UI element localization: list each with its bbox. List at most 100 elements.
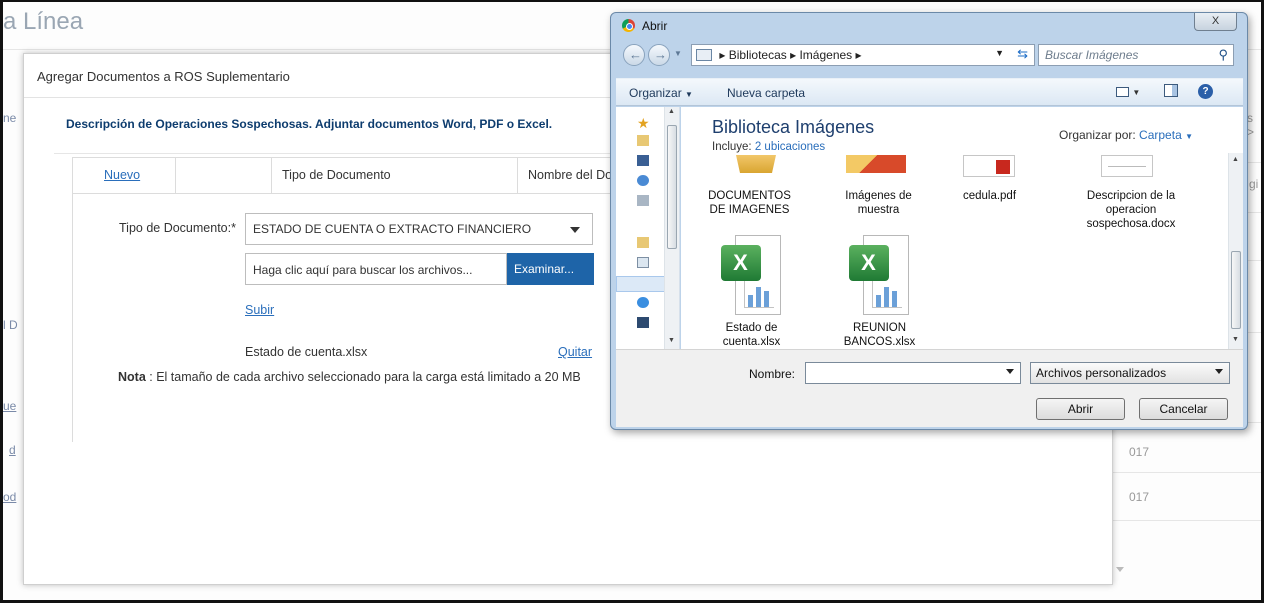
attached-file-name: Estado de cuenta.xlsx [245, 345, 368, 359]
organize-menu[interactable]: Organizar ▼ [629, 86, 693, 100]
date-cell: 017 [1129, 445, 1150, 459]
scroll-thumb[interactable] [1231, 251, 1241, 329]
file-item[interactable]: Descripcion de la operacion sospechosa.d… [1076, 189, 1186, 231]
page-link-fragment[interactable]: ue [3, 399, 16, 413]
note-text: : El tamaño de cada archivo seleccionado… [145, 370, 581, 384]
documents-library-icon[interactable] [637, 257, 649, 268]
favorites-star-icon[interactable]: ★ [637, 115, 650, 132]
chevron-down-icon: ▼ [1132, 88, 1141, 97]
scroll-up-icon[interactable]: ▲ [668, 108, 675, 115]
scroll-down-icon[interactable]: ▼ [1232, 336, 1239, 343]
file-name-input[interactable] [805, 362, 1021, 384]
videos-library-icon[interactable] [637, 317, 649, 328]
date-cell: 017 [1129, 490, 1150, 504]
chevron-down-icon: ▼ [1185, 132, 1194, 141]
file-picker-placeholder: Haga clic aquí para buscar los archivos.… [253, 263, 473, 277]
file-item[interactable]: DOCUMENTOS DE IMAGENES [697, 189, 802, 217]
bar-glyph [747, 295, 753, 307]
open-button[interactable]: Abrir [1036, 398, 1125, 420]
navigation-pane: ★ ▲ ▼ [616, 107, 680, 349]
file-item[interactable]: cedula.pdf [937, 189, 1042, 203]
arrange-label: Organizar por: [1059, 128, 1136, 142]
page-link-fragment[interactable]: d [9, 443, 16, 457]
new-document-link[interactable]: Nuevo [73, 158, 176, 193]
doc-type-value: ESTADO DE CUENTA O EXTRACTO FINANCIERO [253, 222, 532, 236]
scroll-thumb[interactable] [667, 125, 677, 249]
file-name: BANCOS.xlsx [843, 336, 916, 348]
upload-link[interactable]: Subir [245, 303, 274, 317]
refresh-icon[interactable]: ⇆ [1017, 46, 1028, 62]
bar-glyph [891, 291, 897, 307]
page-link-fragment[interactable]: od [3, 490, 16, 504]
navigation-scrollbar[interactable]: ▲ ▼ [664, 107, 679, 349]
preview-pane-icon[interactable] [1164, 84, 1178, 97]
address-row: ← → ▼ ▸ Bibliotecas ▸ Imágenes ▸ ▼ ⇆ Bus… [611, 41, 1247, 67]
desktop-icon[interactable] [637, 155, 649, 166]
file-item[interactable]: X Estado de cuenta.xlsx [699, 235, 804, 349]
file-picker-input[interactable]: Haga clic aquí para buscar los archivos.… [245, 253, 507, 285]
arrange-by-dropdown[interactable]: Carpeta ▼ [1139, 128, 1193, 142]
dialog-titlebar[interactable]: Abrir X [611, 13, 1247, 37]
scroll-down-icon[interactable]: ▼ [668, 337, 675, 344]
breadcrumb-separator-icon: ▸ [855, 48, 862, 62]
page-fragment: gi [1249, 177, 1259, 191]
libraries-icon[interactable] [637, 237, 649, 248]
page-fragment: ne [3, 111, 17, 125]
breadcrumb-separator-icon: ▸ [790, 48, 797, 62]
view-icon [1116, 86, 1129, 97]
file-name: REUNION [852, 322, 907, 334]
forward-button[interactable]: → [648, 44, 670, 66]
scroll-up-icon[interactable]: ▲ [1232, 156, 1239, 163]
selected-nav-highlight [616, 276, 665, 292]
file-type-select[interactable]: Archivos personalizados [1030, 362, 1230, 384]
folder-icon [846, 155, 906, 173]
page-fragment: l D [3, 318, 18, 332]
back-button[interactable]: ← [623, 44, 645, 66]
search-icon[interactable]: ⚲ [1218, 47, 1228, 63]
grid-column-doc-name[interactable]: Nombre del Do [518, 158, 618, 193]
grid-column-empty [176, 158, 272, 193]
chrome-icon [622, 19, 635, 32]
file-name: Descripcion de la [1086, 190, 1176, 202]
size-note: Nota : El tamaño de cada archivo selecci… [118, 370, 581, 384]
view-options-button[interactable]: ▼ [1116, 84, 1146, 100]
bar-glyph [875, 295, 881, 307]
note-label: Nota [118, 370, 146, 384]
file-name: cedula.pdf [962, 190, 1017, 202]
close-button[interactable]: X [1194, 13, 1237, 31]
bar-glyph [763, 291, 769, 307]
breadcrumb-images[interactable]: Imágenes [799, 48, 852, 62]
folder-icon[interactable] [637, 135, 649, 146]
music-library-icon[interactable] [637, 297, 649, 308]
recent-places-icon[interactable] [637, 195, 649, 206]
search-input[interactable]: Buscar Imágenes ⚲ [1038, 44, 1234, 66]
file-item[interactable]: X REUNION BANCOS.xlsx [827, 235, 932, 349]
browse-button[interactable]: Examinar... [507, 253, 594, 285]
scroll-down-icon[interactable] [1116, 567, 1124, 572]
open-file-dialog: Abrir X ← → ▼ ▸ Bibliotecas ▸ Imágenes ▸… [610, 12, 1248, 430]
breadcrumb-libraries[interactable]: Bibliotecas [729, 48, 787, 62]
file-item[interactable]: Imágenes de muestra [826, 189, 931, 217]
file-name: sospechosa.docx [1086, 218, 1176, 230]
doc-type-label: Tipo de Documento:* [119, 221, 236, 235]
chart-glyph [871, 280, 902, 308]
locations-link[interactable]: 2 ubicaciones [755, 141, 825, 153]
file-list-scrollbar[interactable]: ▲ ▼ [1228, 153, 1243, 349]
file-name: DOCUMENTOS [708, 190, 791, 202]
chevron-down-icon[interactable] [1006, 369, 1014, 374]
recent-pages-chevron-icon[interactable]: ▼ [674, 49, 682, 58]
grid-column-doc-type[interactable]: Tipo de Documento [272, 158, 518, 193]
help-icon[interactable]: ? [1198, 84, 1213, 99]
address-bar[interactable]: ▸ Bibliotecas ▸ Imágenes ▸ ▼ ⇆ [691, 44, 1035, 66]
cancel-button[interactable]: Cancelar [1139, 398, 1228, 420]
breadcrumb-separator-icon: ▸ [719, 48, 726, 62]
excel-file-icon: X [720, 235, 783, 317]
address-dropdown-icon[interactable]: ▼ [995, 48, 1004, 58]
bar-glyph [755, 287, 761, 307]
word-file-icon [1101, 155, 1153, 177]
remove-file-link[interactable]: Quitar [558, 345, 592, 359]
folder-icon [736, 155, 776, 173]
new-folder-button[interactable]: Nueva carpeta [727, 86, 805, 100]
doc-type-select[interactable]: ESTADO DE CUENTA O EXTRACTO FINANCIERO [245, 213, 593, 245]
cloud-icon[interactable] [637, 175, 649, 186]
